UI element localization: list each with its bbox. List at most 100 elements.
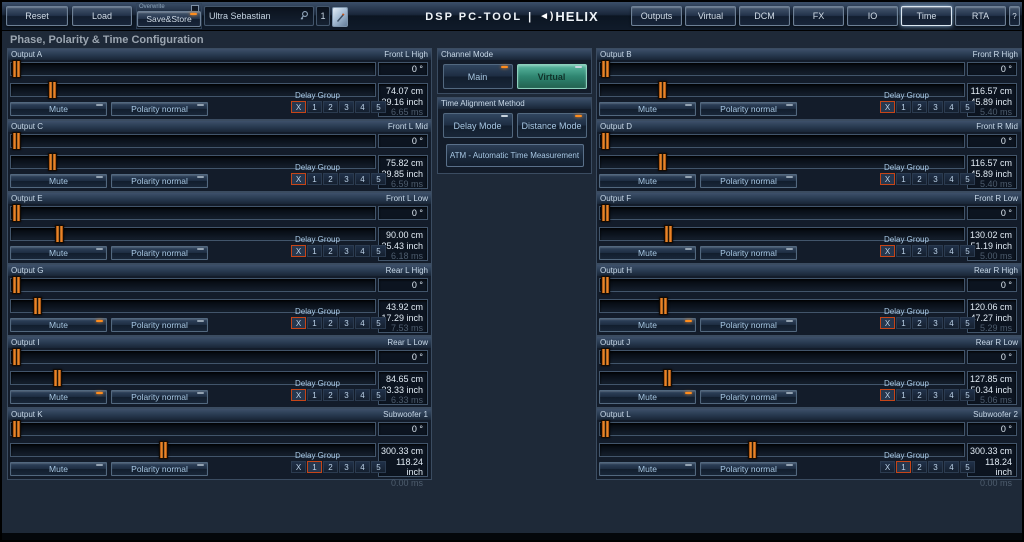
delay-group-4-button[interactable]: 4 (944, 173, 959, 185)
phase-slider-handle[interactable] (601, 132, 610, 150)
delay-group-4-button[interactable]: 4 (944, 245, 959, 257)
nav-fx-button[interactable]: FX (793, 6, 844, 26)
phase-slider-handle[interactable] (601, 276, 610, 294)
phase-value-field[interactable]: 0 ° (378, 62, 428, 76)
mute-button[interactable]: Mute (599, 462, 696, 476)
delay-group-2-button[interactable]: 2 (912, 101, 927, 113)
distance-slider-handle[interactable] (32, 297, 42, 315)
delay-group-3-button[interactable]: 3 (339, 317, 354, 329)
nav-dcm-button[interactable]: DCM (739, 6, 790, 26)
main-mode-button[interactable]: Main (442, 64, 513, 89)
nav-io-button[interactable]: IO (847, 6, 898, 26)
delay-group-x-button[interactable]: X (880, 461, 895, 473)
delay-group-2-button[interactable]: 2 (912, 389, 927, 401)
phase-slider[interactable] (10, 204, 376, 222)
delay-group-4-button[interactable]: 4 (944, 461, 959, 473)
mute-button[interactable]: Mute (10, 246, 107, 260)
preset-number-field[interactable]: 1 (316, 6, 330, 26)
nav-rta-button[interactable]: RTA (955, 6, 1006, 26)
distance-slider-handle[interactable] (664, 225, 674, 243)
delay-group-1-button[interactable]: 1 (896, 173, 911, 185)
delay-group-4-button[interactable]: 4 (355, 461, 370, 473)
polarity-button[interactable]: Polarity normal (111, 462, 208, 476)
delay-group-5-button[interactable]: 5 (371, 245, 386, 257)
polarity-button[interactable]: Polarity normal (700, 462, 797, 476)
delay-group-5-button[interactable]: 5 (371, 317, 386, 329)
delay-group-2-button[interactable]: 2 (912, 317, 927, 329)
polarity-button[interactable]: Polarity normal (700, 246, 797, 260)
delay-group-5-button[interactable]: 5 (960, 101, 975, 113)
delay-group-2-button[interactable]: 2 (912, 245, 927, 257)
delay-group-1-button[interactable]: 1 (307, 317, 322, 329)
delay-group-5-button[interactable]: 5 (960, 389, 975, 401)
mute-button[interactable]: Mute (599, 390, 696, 404)
phase-slider-handle[interactable] (12, 204, 21, 222)
phase-slider[interactable] (10, 132, 376, 150)
delay-group-x-button[interactable]: X (291, 389, 306, 401)
help-button[interactable]: ? (1009, 6, 1020, 26)
distance-slider-handle[interactable] (663, 369, 673, 387)
delay-group-2-button[interactable]: 2 (323, 101, 338, 113)
delay-group-3-button[interactable]: 3 (928, 173, 943, 185)
phase-slider-handle[interactable] (601, 420, 610, 438)
mute-button[interactable]: Mute (10, 174, 107, 188)
phase-value-field[interactable]: 0 ° (967, 350, 1017, 364)
nav-outputs-button[interactable]: Outputs (631, 6, 682, 26)
phase-slider[interactable] (599, 204, 965, 222)
delay-group-4-button[interactable]: 4 (944, 389, 959, 401)
virtual-mode-button[interactable]: Virtual (516, 64, 587, 89)
phase-value-field[interactable]: 0 ° (378, 422, 428, 436)
delay-group-x-button[interactable]: X (291, 461, 306, 473)
phase-slider[interactable] (599, 348, 965, 366)
phase-slider-handle[interactable] (12, 420, 21, 438)
mute-button[interactable]: Mute (10, 462, 107, 476)
mute-button[interactable]: Mute (599, 174, 696, 188)
phase-slider[interactable] (10, 348, 376, 366)
delay-group-x-button[interactable]: X (291, 245, 306, 257)
phase-value-field[interactable]: 0 ° (967, 62, 1017, 76)
delay-group-3-button[interactable]: 3 (339, 245, 354, 257)
delay-group-1-button[interactable]: 1 (307, 101, 322, 113)
phase-slider-handle[interactable] (601, 204, 610, 222)
phase-value-field[interactable]: 0 ° (967, 134, 1017, 148)
delay-group-1-button[interactable]: 1 (896, 389, 911, 401)
delay-group-3-button[interactable]: 3 (928, 101, 943, 113)
delay-group-5-button[interactable]: 5 (960, 245, 975, 257)
distance-slider-handle[interactable] (748, 441, 758, 459)
phase-slider-handle[interactable] (12, 348, 21, 366)
delay-group-5-button[interactable]: 5 (371, 173, 386, 185)
delay-group-4-button[interactable]: 4 (355, 101, 370, 113)
polarity-button[interactable]: Polarity normal (700, 390, 797, 404)
delay-group-3-button[interactable]: 3 (928, 245, 943, 257)
polarity-button[interactable]: Polarity normal (700, 174, 797, 188)
delay-group-x-button[interactable]: X (291, 101, 306, 113)
phase-value-field[interactable]: 0 ° (967, 278, 1017, 292)
phase-value-field[interactable]: 0 ° (378, 350, 428, 364)
delay-group-5-button[interactable]: 5 (371, 101, 386, 113)
delay-group-5-button[interactable]: 5 (960, 317, 975, 329)
delay-group-2-button[interactable]: 2 (323, 173, 338, 185)
edit-note-icon[interactable] (332, 7, 348, 27)
delay-group-5-button[interactable]: 5 (371, 389, 386, 401)
mute-button[interactable]: Mute (10, 102, 107, 116)
phase-slider[interactable] (599, 276, 965, 294)
delay-group-3-button[interactable]: 3 (339, 461, 354, 473)
mute-button[interactable]: Mute (10, 318, 107, 332)
delay-group-1-button[interactable]: 1 (896, 245, 911, 257)
delay-group-5-button[interactable]: 5 (960, 173, 975, 185)
delay-group-x-button[interactable]: X (880, 317, 895, 329)
delay-group-4-button[interactable]: 4 (355, 389, 370, 401)
distance-mode-button[interactable]: Distance Mode (516, 113, 587, 138)
distance-slider-handle[interactable] (657, 81, 667, 99)
delay-group-4-button[interactable]: 4 (944, 101, 959, 113)
distance-slider-handle[interactable] (159, 441, 169, 459)
distance-slider-handle[interactable] (55, 225, 65, 243)
delay-group-1-button[interactable]: 1 (307, 461, 322, 473)
delay-group-3-button[interactable]: 3 (339, 101, 354, 113)
atm-button[interactable]: ATM - Automatic Time Measurement (445, 144, 584, 167)
key-icon[interactable] (298, 10, 309, 23)
delay-group-x-button[interactable]: X (291, 173, 306, 185)
distance-slider-handle[interactable] (659, 297, 669, 315)
delay-group-1-button[interactable]: 1 (896, 461, 911, 473)
phase-slider[interactable] (599, 132, 965, 150)
